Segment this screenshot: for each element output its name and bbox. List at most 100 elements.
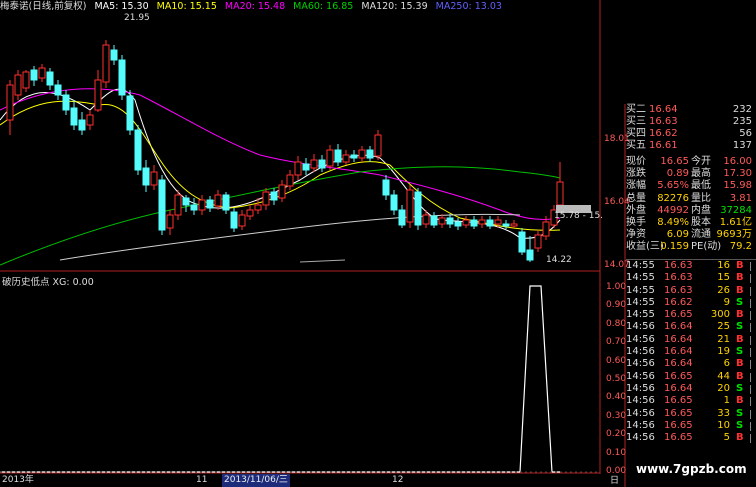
trade-row: 14:56 16.64 25 S (626, 321, 756, 333)
trade-row: 14:55 16.63 26 B (626, 285, 756, 297)
candle-body (430, 215, 438, 226)
x-axis: 2013年 11 2013/11/06/三 12 (0, 474, 600, 487)
trade-row: 14:56 16.64 20 S (626, 383, 756, 395)
candle-body (214, 194, 222, 207)
high-annotation: 21.95 (124, 13, 150, 23)
period-day-button[interactable]: 日 (610, 473, 620, 486)
trade-qty: 33 (717, 407, 730, 419)
ma-legend: 梅泰诺(日线,前复权) MA5: 15.30 MA10: 15.15 MA20:… (0, 0, 600, 14)
candle-body (86, 114, 94, 126)
stat-row: 现价 16.65 今开 16.00 (626, 156, 756, 168)
stat-row: 涨跌 0.89 最高 17.30 (626, 168, 756, 180)
trade-time: 14:56 (626, 407, 655, 419)
stat-label: PE(动) (691, 241, 722, 253)
stat-label: 股本 (691, 216, 711, 228)
candle-body (454, 221, 462, 227)
candle-body (366, 149, 374, 159)
watermark: www.7gpzb.com (636, 462, 747, 476)
stat-label: 换手 (626, 216, 646, 228)
trade-time: 14:56 (626, 419, 655, 431)
candle-body (294, 161, 302, 176)
trade-qty: 25 (717, 321, 730, 333)
trade-direction: B (736, 272, 744, 284)
trade-price: 16.64 (664, 382, 693, 394)
ma60-label: MA60: 16.85 (293, 1, 354, 12)
trade-time: 14:55 (626, 260, 655, 271)
stat-value: 44992 (657, 204, 689, 216)
candle-body (486, 219, 494, 227)
order-price: 16.61 (649, 140, 678, 151)
candle-body (198, 199, 206, 211)
indicator-y-label: 1.00 (606, 282, 627, 292)
candle-body (158, 179, 166, 231)
candle-body (126, 95, 134, 131)
trade-price: 16.65 (664, 309, 693, 321)
stat-value: 17.30 (723, 168, 752, 180)
trade-qty: 21 (717, 333, 730, 345)
stat-value: 0.89 (666, 168, 689, 180)
order-volume: 137 (732, 140, 752, 151)
candle-body (318, 159, 326, 169)
trade-qty: 26 (717, 284, 730, 296)
trade-row: 14:55 16.63 16 B (626, 260, 756, 272)
stat-label: 净资 (626, 229, 646, 241)
candle-body (350, 154, 358, 159)
stat-value: 8.49% (657, 216, 689, 228)
candle-body (422, 214, 430, 225)
candle-body (94, 79, 102, 111)
trade-price: 16.63 (664, 272, 693, 284)
candle-body (182, 197, 190, 206)
trade-price: 16.65 (664, 419, 693, 431)
trade-direction: S (736, 346, 744, 358)
low-annotation: 14.22 (546, 255, 572, 265)
candle-body (14, 74, 22, 96)
candle-body (462, 219, 470, 226)
order-price: 16.64 (649, 104, 678, 115)
trade-marker-icon (750, 384, 756, 394)
trade-direction: S (736, 382, 744, 394)
stat-row: 总量 82276 量比 3.81 (626, 193, 756, 205)
ref-line (299, 259, 346, 263)
x-month-12: 12 (392, 475, 404, 485)
candle-body (30, 69, 38, 81)
candle-body (206, 199, 214, 209)
trade-direction: B (736, 358, 744, 370)
trade-row: 14:56 16.65 5 B (626, 432, 756, 444)
candle-body (542, 221, 550, 237)
candle-body (150, 171, 158, 186)
candle-body (118, 59, 126, 96)
stat-row: 净资 6.09 流通 9693万 (626, 229, 756, 241)
order-book-row: 买三 16.63 235 (626, 116, 756, 128)
trade-time: 14:56 (626, 395, 655, 407)
trade-qty: 1 (723, 395, 730, 407)
stat-value: 9693万 (716, 229, 752, 241)
candle-body (502, 223, 510, 227)
trade-qty: 300 (710, 309, 730, 321)
stat-value: 1.61亿 (719, 216, 752, 228)
stat-value: 16.00 (723, 156, 752, 167)
candle-body (510, 223, 518, 227)
candle-body (270, 191, 278, 201)
candle-body (302, 163, 310, 171)
stat-label: 最低 (691, 180, 711, 192)
candle-body (278, 184, 286, 199)
trade-direction: B (736, 333, 744, 345)
trade-time: 14:56 (626, 432, 655, 444)
order-level-label: 买二 (626, 104, 646, 115)
ma120-label: MA120: 15.39 (361, 1, 428, 12)
order-book-row: 买五 16.61 137 (626, 140, 756, 152)
trade-marker-icon (750, 348, 756, 358)
stat-value: 5.65% (657, 180, 689, 192)
candle-body (134, 129, 142, 171)
candle-body (238, 214, 246, 227)
trade-direction: S (736, 407, 744, 419)
order-volume: 56 (739, 128, 752, 139)
trade-direction: B (736, 432, 744, 444)
box-annotation: 15.78 - 15. (554, 211, 604, 221)
candle-body (174, 194, 182, 216)
trade-qty: 44 (717, 370, 730, 382)
tick-trades[interactable]: 14:55 16.63 16 B 14:55 16.63 15 B 14:55 … (626, 259, 756, 444)
candle-body (54, 84, 62, 96)
candle-body (310, 159, 318, 169)
trade-direction: B (736, 284, 744, 296)
